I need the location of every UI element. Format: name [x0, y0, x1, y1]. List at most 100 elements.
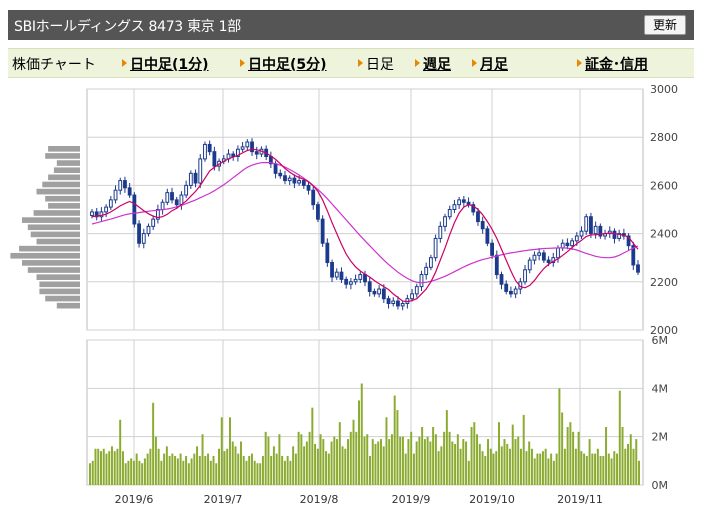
volume-bar: [426, 436, 429, 485]
volume-bar: [215, 463, 218, 485]
volume-bar: [618, 390, 621, 485]
volume-bar: [443, 431, 446, 485]
volume-bar: [352, 419, 355, 485]
profile-bar: [36, 238, 80, 245]
volume-bar: [179, 453, 182, 485]
candle-down: [509, 290, 513, 295]
volume-bar: [187, 463, 190, 485]
volume-bar: [517, 436, 520, 485]
candle-up: [570, 240, 575, 247]
candle-down: [499, 274, 504, 285]
volume-bar: [377, 441, 380, 485]
volume-bar: [594, 453, 597, 485]
candle-down: [325, 242, 330, 264]
volume-bar: [294, 453, 297, 485]
volume-bar: [193, 453, 196, 485]
volume-bar: [522, 414, 525, 485]
candle-down: [123, 180, 127, 189]
candle-up: [410, 293, 414, 300]
volume-bar: [275, 453, 278, 485]
candle-down: [301, 180, 306, 186]
profile-bar: [30, 231, 80, 238]
candle-down: [316, 204, 320, 220]
volume-bar: [591, 453, 594, 485]
candle-up: [334, 271, 339, 278]
volume-bar: [616, 453, 619, 485]
candle-up: [513, 288, 518, 295]
candle-down: [344, 278, 349, 285]
profile-bar: [33, 210, 80, 216]
candle-down: [490, 242, 494, 256]
volume-bar: [401, 436, 404, 485]
candle-down: [589, 216, 593, 235]
volume-bar: [552, 460, 555, 485]
volume-bar: [421, 427, 424, 485]
candle-down: [367, 281, 372, 292]
volume-bar: [278, 434, 281, 485]
volume-bar: [536, 453, 539, 485]
candle-down: [381, 288, 386, 300]
volume-bar: [190, 458, 193, 485]
volume-bar: [410, 431, 413, 485]
candle-up: [188, 172, 193, 186]
volume-bar: [555, 453, 558, 485]
volume-bar: [160, 460, 163, 485]
candle-up: [146, 225, 151, 235]
volume-bar: [393, 395, 396, 485]
volume-bar: [528, 441, 531, 485]
candle-down: [494, 254, 499, 276]
volume-bar: [396, 410, 399, 485]
candle-down: [311, 189, 316, 206]
volume-bar: [476, 434, 479, 485]
candle-up: [447, 209, 452, 218]
volume-bar: [588, 439, 591, 485]
volume-bar: [264, 431, 267, 485]
profile-bar: [27, 224, 80, 231]
volume-bar: [547, 458, 550, 485]
volume-bar: [349, 431, 352, 485]
volume-bar: [506, 443, 509, 485]
candle-down: [174, 199, 179, 206]
candle-up: [419, 274, 424, 288]
volume-bar: [407, 439, 410, 485]
volume-bar: [541, 451, 544, 485]
volume-bar: [89, 463, 91, 485]
profile-bar: [48, 174, 80, 181]
candle-up: [203, 143, 207, 160]
candle-down: [396, 300, 400, 307]
volume-bar: [198, 456, 201, 485]
volume-bar: [185, 456, 188, 485]
volume-bar: [508, 448, 511, 485]
volume-bar: [168, 456, 171, 485]
profile-bar: [48, 146, 80, 152]
candle-up: [391, 300, 396, 304]
volume-bar: [223, 451, 226, 485]
volume-bar: [627, 443, 630, 485]
candle-up: [433, 237, 438, 259]
volume-bar: [498, 422, 500, 485]
volume-bar: [212, 456, 215, 485]
price-tick-label: 2400: [650, 228, 678, 241]
stock-chart: 2019/6 2019/7 2019/8 2019/9 2019/10 2019/1120…: [10, 83, 678, 506]
volume-bar: [492, 453, 495, 485]
candle-up: [287, 177, 292, 182]
profile-bar: [10, 252, 80, 259]
volume-bar: [429, 441, 432, 485]
volume-bar: [204, 456, 207, 485]
volume-bar: [503, 439, 506, 485]
candle-up: [428, 257, 433, 268]
volume-bar: [152, 402, 155, 485]
volume-bar: [344, 448, 347, 485]
candle-up: [358, 274, 363, 280]
volume-bar: [300, 434, 303, 485]
candle-up: [443, 216, 447, 227]
volume-bar: [607, 453, 610, 485]
candle-up: [584, 216, 589, 232]
candle-down: [306, 184, 311, 191]
profile-bar: [53, 167, 80, 174]
candle-down: [485, 228, 490, 244]
volume-bar: [533, 458, 536, 485]
volume-bar: [599, 456, 602, 485]
candle-up: [118, 180, 123, 191]
volume-bar: [347, 439, 350, 485]
